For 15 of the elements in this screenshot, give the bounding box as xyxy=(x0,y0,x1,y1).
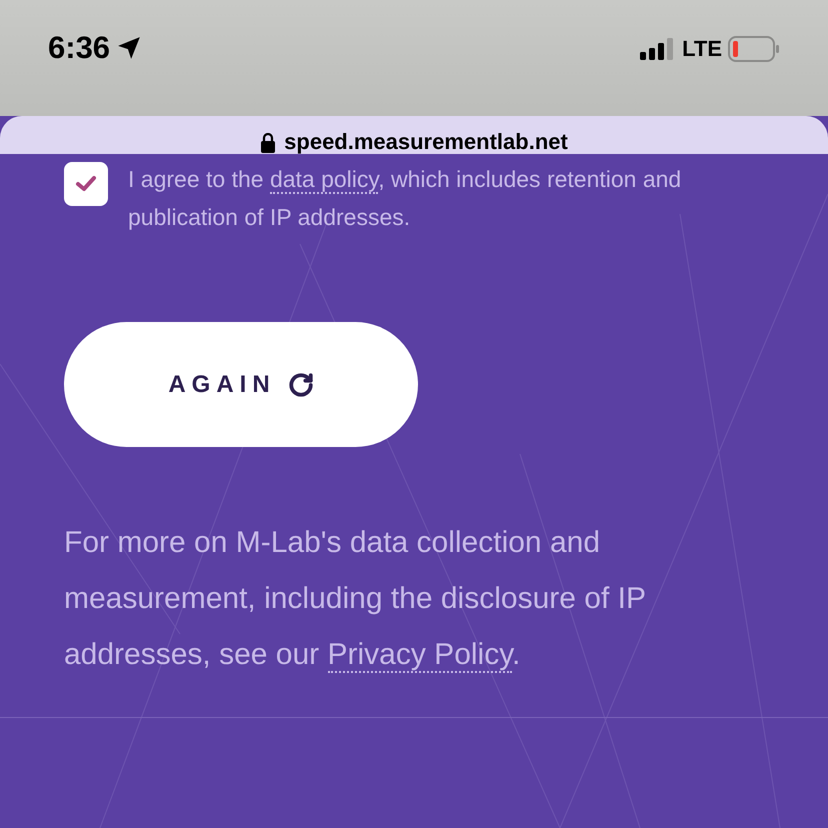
location-arrow-icon xyxy=(116,34,142,60)
again-button[interactable]: AGAIN xyxy=(64,322,418,447)
lock-icon xyxy=(260,133,276,153)
battery-icon xyxy=(728,36,780,62)
network-label: LTE xyxy=(682,38,722,60)
consent-text: I agree to the data policy, which includes retention and publication of IP addresses. xyxy=(128,165,682,232)
privacy-note: For more on M-Lab's data collection and measurement, including the disclosure of IP addresses, see our Privacy Policy. xyxy=(64,525,646,675)
privacy-policy-link[interactable]: Privacy Policy xyxy=(328,638,512,673)
data-policy-link[interactable]: data policy xyxy=(270,166,378,194)
refresh-icon xyxy=(288,372,314,398)
address-bar[interactable]: speed.measurementlab.net xyxy=(0,116,828,154)
checkmark-icon xyxy=(75,175,97,193)
url-text: speed.measurementlab.net xyxy=(284,131,568,153)
clock-time: 6:36 xyxy=(48,32,110,63)
consent-checkbox[interactable] xyxy=(64,162,108,206)
